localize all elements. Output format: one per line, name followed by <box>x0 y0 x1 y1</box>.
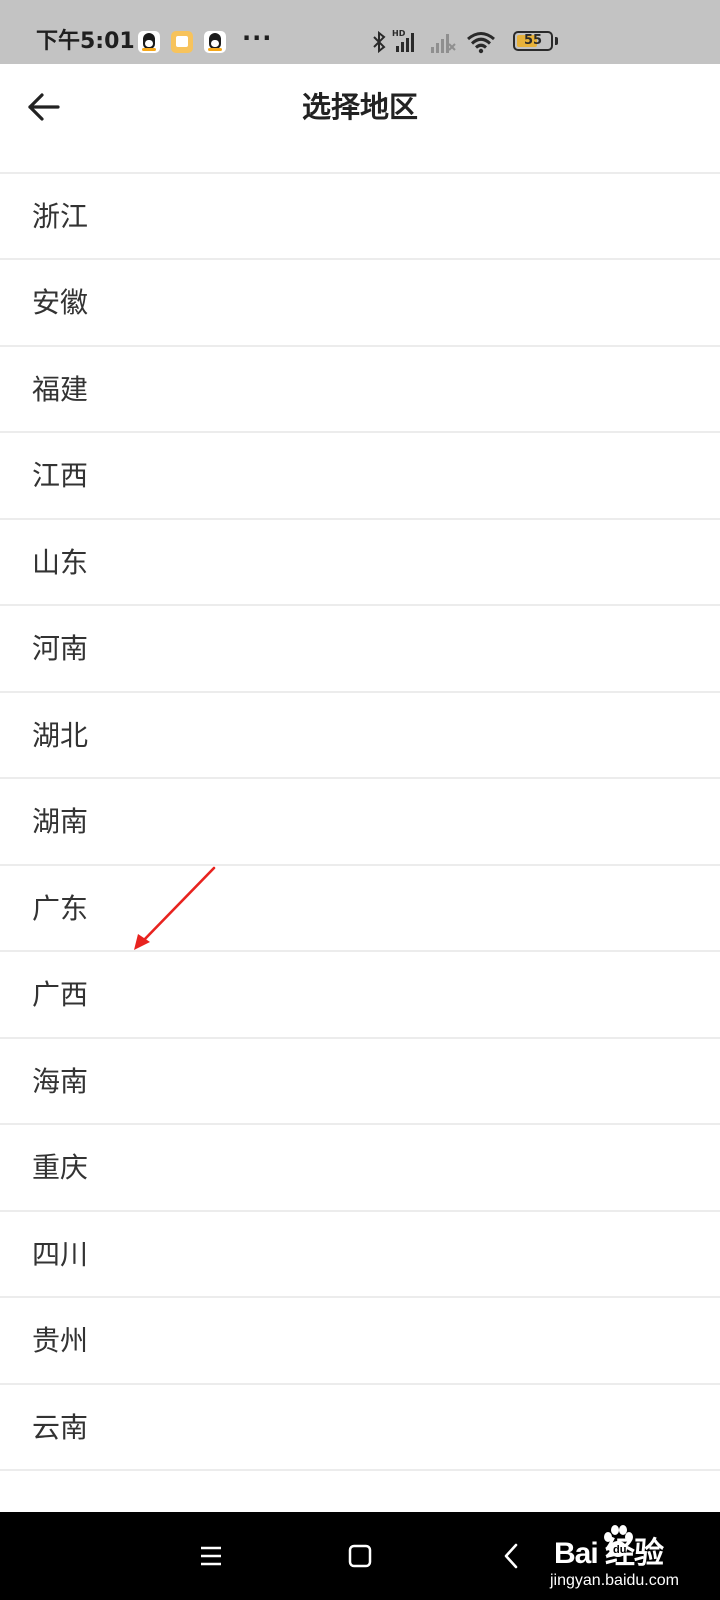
region-item-label: 广东 <box>32 891 89 925</box>
battery-level: 55 <box>523 33 543 48</box>
wifi-icon <box>467 32 495 54</box>
more-notifications-icon: ··· <box>242 24 273 52</box>
hd-signal-icon: HD <box>392 29 414 52</box>
red-arrow-annotation <box>134 866 216 950</box>
region-item[interactable]: 贵州 <box>0 1298 720 1385</box>
region-item[interactable]: 广东 <box>0 866 720 952</box>
svg-text:HD: HD <box>392 29 406 38</box>
region-item[interactable]: 山东 <box>0 520 720 606</box>
region-item-label: 四川 <box>32 1237 89 1271</box>
region-list[interactable]: 江苏浙江安徽福建江西山东河南湖北湖南广东广西海南重庆四川贵州云南 <box>0 150 720 1512</box>
status-time: 下午5:01 <box>36 29 135 54</box>
region-item-label: 江西 <box>32 459 89 492</box>
region-item[interactable]: 福建 <box>0 347 720 433</box>
region-item[interactable]: 河南 <box>0 606 720 693</box>
region-item-label: 重庆 <box>32 1151 89 1184</box>
header: 选择地区 <box>0 64 720 150</box>
region-item-label: 贵州 <box>32 1324 89 1357</box>
region-item-label: 江苏 <box>32 150 88 173</box>
qq-icon <box>138 31 160 53</box>
back-button[interactable] <box>22 84 68 130</box>
message-icon <box>171 31 193 53</box>
region-item-label: 湖南 <box>32 805 89 838</box>
region-item[interactable]: 湖南 <box>0 779 720 866</box>
baidu-jingyan-watermark: Bai 经验 du jingyan.baidu.com <box>548 1522 720 1598</box>
nav-back-button[interactable] <box>488 1532 536 1580</box>
region-item[interactable]: 湖北 <box>0 693 720 779</box>
no-signal-icon <box>431 34 456 53</box>
region-list-content: 江苏浙江安徽福建江西山东河南湖北湖南广东广西海南重庆四川贵州云南 <box>0 150 720 1512</box>
region-item-label: 云南 <box>32 1410 89 1444</box>
region-item-label: 河南 <box>32 632 89 665</box>
region-item-label: 安徽 <box>32 286 89 319</box>
battery-icon: 55 <box>513 31 553 51</box>
region-item[interactable]: 海南 <box>0 1039 720 1125</box>
baidu-paw-icon: du <box>604 1525 633 1557</box>
status-bar: 下午5:01 ··· HD 55 <box>0 0 720 64</box>
region-item-label: 浙江 <box>32 199 89 233</box>
home-button[interactable] <box>336 1532 384 1580</box>
menu-icon <box>201 1546 221 1566</box>
region-item-label: 湖北 <box>32 718 89 752</box>
menu-button[interactable] <box>187 1532 235 1580</box>
region-item-label: 福建 <box>32 372 89 406</box>
bluetooth-icon <box>373 30 386 54</box>
region-item[interactable]: 江苏 <box>0 150 720 174</box>
home-icon <box>348 1544 372 1568</box>
region-item[interactable]: 云南 <box>0 1385 720 1471</box>
region-item[interactable] <box>0 1471 720 1512</box>
back-icon <box>504 1543 518 1569</box>
region-item-label: 广西 <box>32 978 89 1011</box>
region-item[interactable]: 四川 <box>0 1212 720 1298</box>
svg-text:du: du <box>613 1544 626 1556</box>
screen: 下午5:01 ··· HD 55 选择地区 浙江 安徽 福建 江西 山东 河南 … <box>0 0 720 1600</box>
page-title: 选择地区 <box>301 90 418 124</box>
qq-icon <box>204 31 226 53</box>
arrow-left-icon <box>28 93 60 121</box>
battery-tip <box>555 37 558 45</box>
watermark-url: jingyan.baidu.com <box>550 1572 679 1589</box>
region-item-label: 山东 <box>32 545 89 579</box>
region-item-label: 海南 <box>32 1064 89 1098</box>
region-item[interactable]: 安徽 <box>0 260 720 347</box>
region-item[interactable]: 浙江 <box>0 174 720 260</box>
region-item[interactable]: 重庆 <box>0 1125 720 1212</box>
region-item[interactable]: 江西 <box>0 433 720 520</box>
region-item[interactable]: 广西 <box>0 952 720 1039</box>
